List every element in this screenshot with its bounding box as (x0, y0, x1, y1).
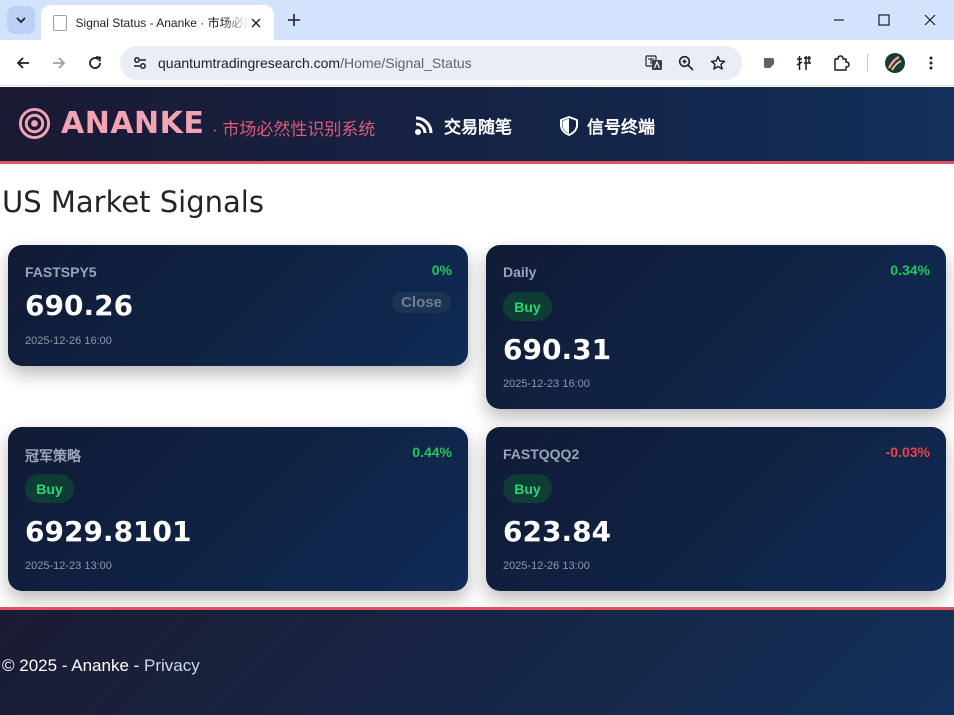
site-info-button[interactable] (128, 51, 152, 75)
address-bar[interactable]: quantumtradingresearch.com/Home/Signal_S… (120, 46, 742, 80)
translate-icon (645, 55, 662, 70)
arrow-right-icon (53, 57, 66, 69)
forward-button[interactable] (44, 48, 74, 78)
url-path: /Home/Signal_Status (340, 55, 472, 71)
brand-name[interactable]: ANANKE (61, 106, 204, 141)
arrow-left-icon (16, 57, 29, 69)
shield-icon (560, 115, 578, 136)
extension-button-1[interactable] (757, 51, 781, 75)
star-icon (710, 55, 726, 70)
page-favicon-icon (53, 14, 67, 31)
close-icon (924, 14, 936, 26)
reload-button[interactable] (80, 48, 110, 78)
target-logo-icon[interactable] (18, 107, 51, 140)
signal-name: FASTSPY5 (25, 264, 97, 280)
nav-link-signal-terminal[interactable]: 信号终端 (559, 113, 655, 138)
browser-menu-button[interactable] (919, 51, 943, 75)
page-title: US Market Signals (2, 185, 264, 219)
maximize-button[interactable] (861, 0, 907, 40)
maximize-icon (878, 14, 890, 26)
nav-link-label: 信号终端 (587, 118, 655, 137)
url-domain: quantumtradingresearch.com (158, 55, 341, 71)
puzzle-icon (834, 55, 850, 71)
status-badge-buy: Buy (503, 292, 552, 321)
puzzle-extension-icon (764, 58, 774, 68)
signal-time: 2025-12-26 13:00 (503, 560, 590, 572)
tab-title: Signal Status - Ananke · 市场必然性识别系统 (75, 16, 249, 30)
back-button[interactable] (8, 48, 38, 78)
signal-card-fastqqq2[interactable]: FASTQQQ2 -0.03% Buy 623.84 2025-12-26 13… (486, 427, 946, 591)
bookmark-button[interactable] (706, 51, 730, 75)
footer-copyright: © 2025 - Ananke - (2, 656, 145, 675)
signal-change: 0.34% (890, 262, 930, 278)
translate-button[interactable] (642, 51, 666, 75)
rss-feed-icon (415, 116, 433, 135)
signal-price: 6929.8101 (25, 515, 192, 548)
signal-card-fastspy5[interactable]: FASTSPY5 0% Close 690.26 2025-12-26 16:0… (8, 245, 468, 366)
brand-tagline: · 市场必然性识别系统 (212, 120, 376, 139)
nav-link-label: 交易随笔 (444, 118, 512, 137)
signal-name: 冠军策略 (25, 448, 81, 464)
minimize-button[interactable] (816, 0, 862, 40)
tab-search-button[interactable] (7, 6, 35, 34)
toolbar-divider (867, 54, 868, 72)
plus-icon (288, 14, 300, 26)
privacy-link[interactable]: Privacy (144, 656, 200, 675)
more-vertical-icon (929, 56, 933, 70)
signal-change: 0.44% (412, 444, 452, 460)
chevron-down-icon (16, 17, 26, 24)
signal-change: -0.03% (885, 444, 930, 460)
avatar-icon (885, 53, 905, 73)
pinyin-ime-button[interactable] (792, 51, 816, 75)
browser-tab-bar: Signal Status - Ananke · 市场必然性识别系统 (0, 0, 954, 40)
site-footer: © 2025 - Ananke - Privacy (0, 607, 954, 715)
signal-time: 2025-12-23 13:00 (25, 560, 112, 572)
footer-text: © 2025 - Ananke - Privacy (2, 656, 200, 676)
tune-icon (134, 57, 146, 69)
site-header: ANANKE · 市场必然性识别系统 交易随笔 信号终端 (0, 87, 954, 164)
minimize-icon (834, 19, 844, 21)
signal-card-champion-strategy[interactable]: 冠军策略 0.44% Buy 6929.8101 2025-12-23 13:0… (8, 427, 468, 591)
signal-name: Daily (503, 264, 537, 280)
signal-price: 690.26 (25, 289, 134, 322)
signal-price: 690.31 (503, 333, 612, 366)
browser-toolbar: quantumtradingresearch.com/Home/Signal_S… (0, 40, 954, 86)
status-badge-buy: Buy (25, 474, 74, 503)
status-badge-close: Close (392, 292, 451, 313)
signal-card-daily[interactable]: Daily 0.34% Buy 690.31 2025-12-23 16:00 (486, 245, 946, 409)
close-icon (251, 18, 261, 27)
signal-price: 623.84 (503, 515, 612, 548)
pinyin-icon (796, 56, 811, 70)
signal-time: 2025-12-23 16:00 (503, 378, 590, 390)
window-close-button[interactable] (907, 0, 953, 40)
reload-icon (89, 56, 102, 69)
zoom-button[interactable] (674, 51, 698, 75)
signal-name: FASTQQQ2 (503, 446, 580, 462)
signal-time: 2025-12-26 16:00 (25, 335, 112, 347)
extensions-button[interactable] (829, 51, 853, 75)
signal-change: 0% (431, 262, 452, 278)
tab-close-button[interactable] (249, 15, 264, 31)
status-badge-buy: Buy (503, 474, 552, 503)
profile-avatar[interactable] (883, 51, 907, 75)
nav-link-trading-notes[interactable]: 交易随笔 (414, 113, 512, 138)
url-text: quantumtradingresearch.com/Home/Signal_S… (158, 55, 472, 71)
new-tab-button[interactable] (280, 6, 308, 34)
zoom-in-icon (678, 55, 694, 71)
browser-tab[interactable]: Signal Status - Ananke · 市场必然性识别系统 (41, 5, 274, 40)
